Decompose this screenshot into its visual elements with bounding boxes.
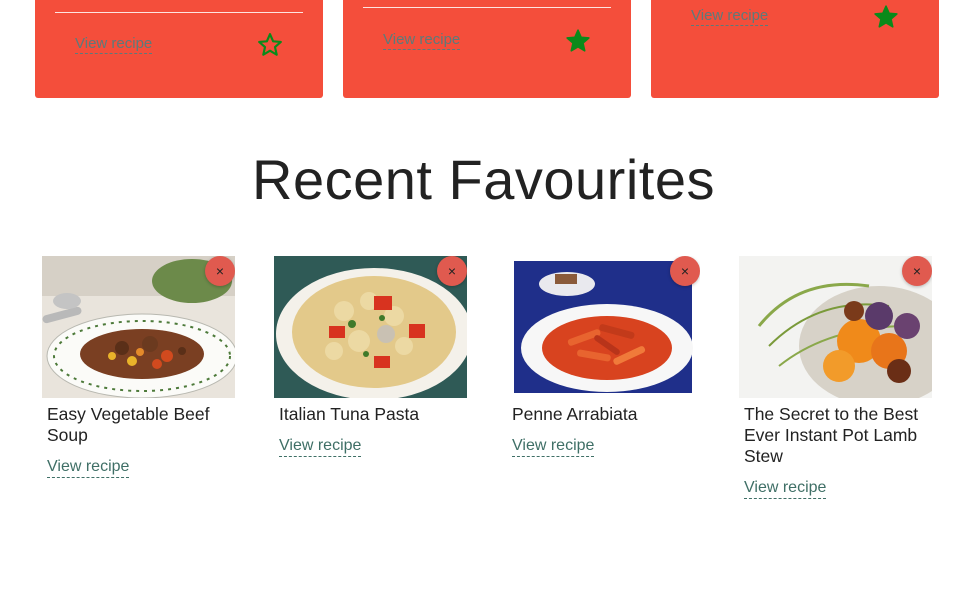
view-recipe-link[interactable]: View recipe — [691, 7, 769, 26]
star-outline-icon[interactable] — [257, 32, 283, 58]
recipe-card: View recipe — [35, 0, 323, 98]
recipe-image[interactable]: × — [739, 256, 932, 398]
remove-favourite-button[interactable]: × — [205, 256, 235, 286]
favourite-card: × The Secret to the Best Ever Instant Po… — [739, 256, 932, 499]
recipe-image[interactable]: × — [42, 256, 235, 398]
remove-favourite-button[interactable]: × — [902, 256, 932, 286]
section-title: Recent Favourites — [252, 148, 715, 211]
view-recipe-link[interactable]: View recipe — [744, 479, 827, 499]
recipe-title: The Secret to the Best Ever Instant Pot … — [744, 404, 919, 466]
favourite-card: × Easy Vegetable Beef Soup View recipe — [42, 256, 235, 478]
recipe-card: View recipe — [651, 0, 939, 98]
view-recipe-link[interactable]: View recipe — [383, 31, 461, 50]
recipe-image[interactable]: × — [274, 256, 467, 398]
divider — [363, 7, 611, 8]
favourite-card: × Italian Tuna Pasta View recipe — [274, 256, 467, 457]
view-recipe-link[interactable]: View recipe — [75, 35, 153, 54]
remove-favourite-button[interactable]: × — [670, 256, 700, 286]
recipe-title: Italian Tuna Pasta — [279, 404, 420, 424]
view-recipe-link[interactable]: View recipe — [512, 437, 595, 457]
view-recipe-link[interactable]: View recipe — [279, 437, 362, 457]
favourite-card: × Penne Arrabiata View recipe — [507, 256, 700, 457]
recipe-image[interactable]: × — [507, 256, 700, 398]
remove-favourite-button[interactable]: × — [437, 256, 467, 286]
star-filled-icon[interactable] — [873, 4, 899, 30]
divider — [55, 12, 303, 13]
star-filled-icon[interactable] — [565, 28, 591, 54]
recipe-title: Easy Vegetable Beef Soup — [47, 404, 210, 445]
view-recipe-link[interactable]: View recipe — [47, 458, 130, 478]
recipe-card: View recipe — [343, 0, 631, 98]
recipe-title: Penne Arrabiata — [512, 404, 638, 424]
